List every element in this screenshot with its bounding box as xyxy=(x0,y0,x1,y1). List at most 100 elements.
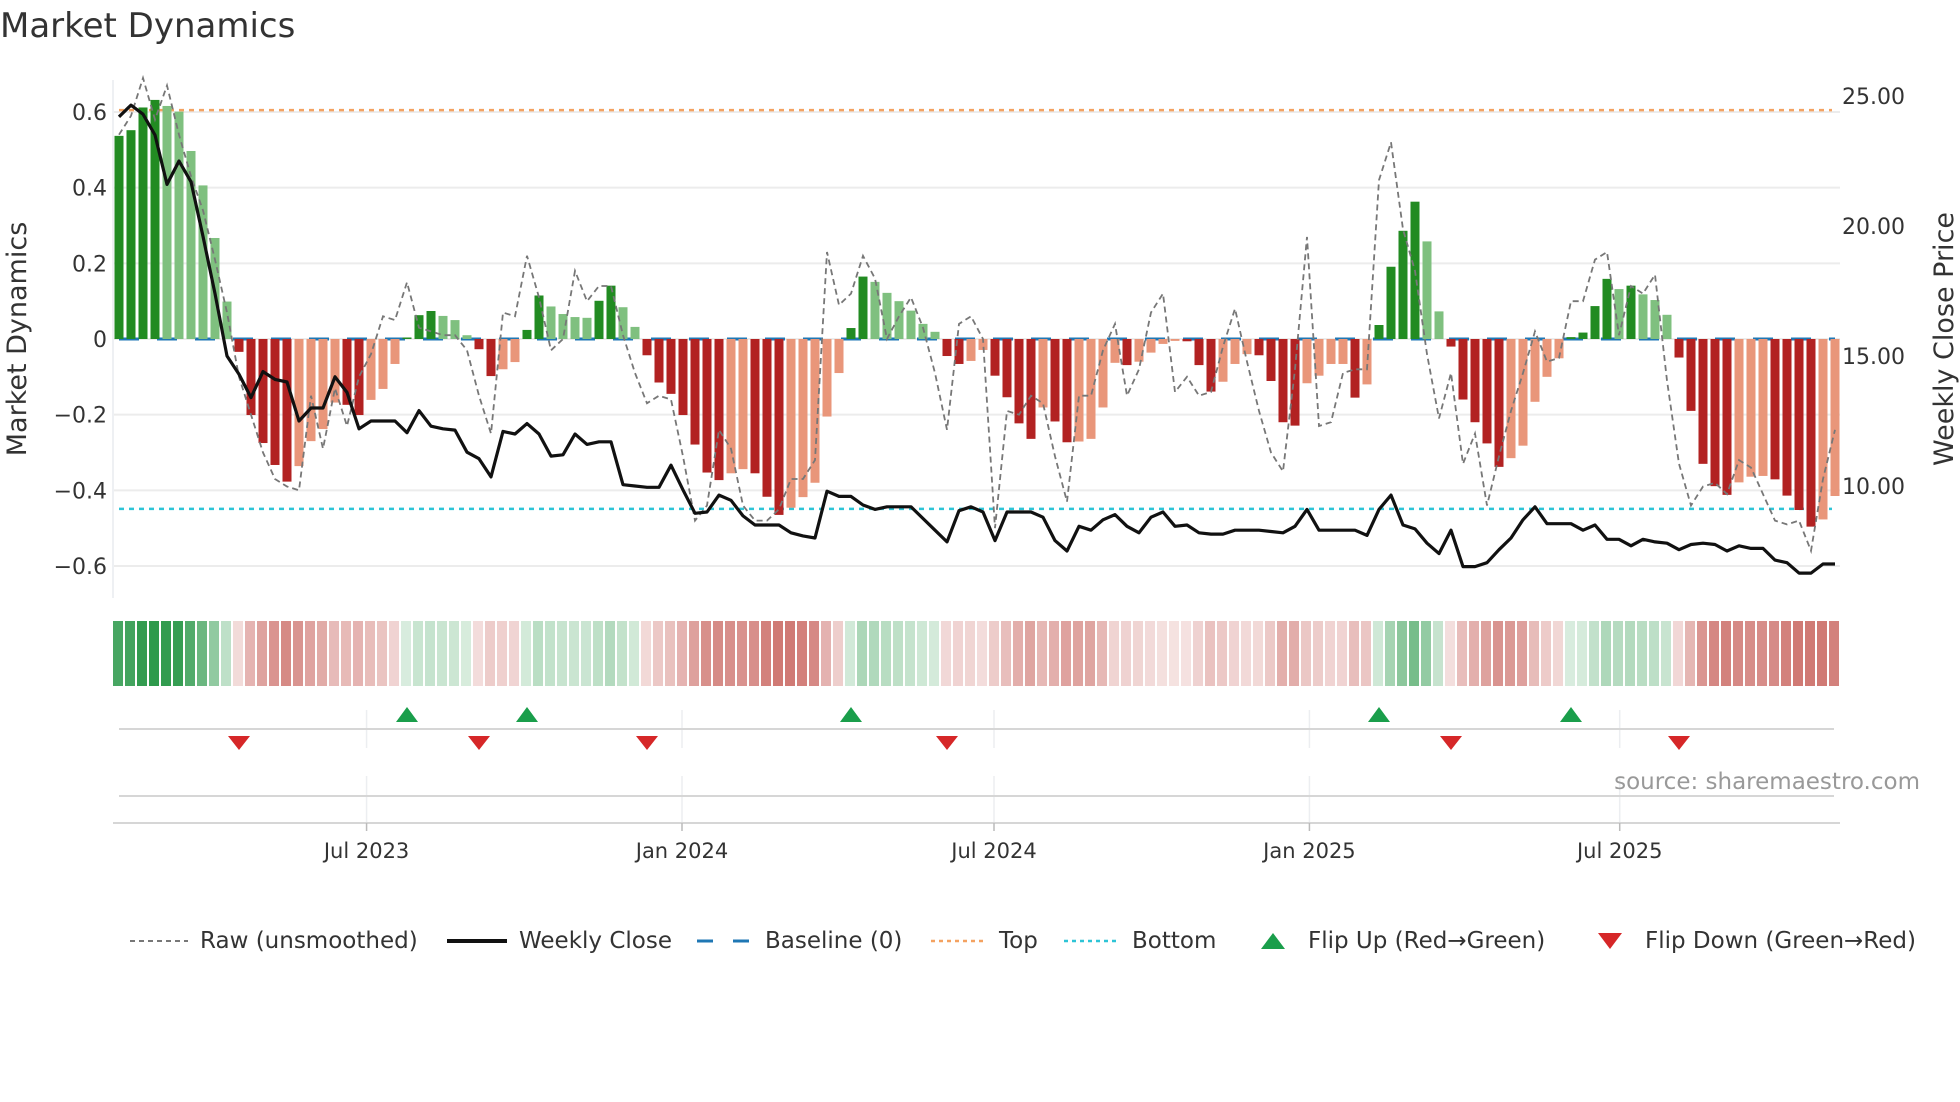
legend-item-close[interactable]: Weekly Close xyxy=(447,924,672,958)
heat-cell xyxy=(173,621,183,686)
bar xyxy=(582,317,592,339)
heat-cell xyxy=(821,621,831,686)
heat-cell xyxy=(1445,621,1455,686)
heat-cell xyxy=(1757,621,1767,686)
bar xyxy=(666,339,676,394)
bar xyxy=(1578,332,1588,339)
bar xyxy=(1386,266,1396,339)
legend-item-flip-up[interactable]: Flip Up (Red→Green) xyxy=(1260,924,1545,958)
bar xyxy=(1602,278,1612,339)
heat-cell xyxy=(1289,621,1299,686)
bar xyxy=(1170,339,1180,341)
heat-cell xyxy=(1385,621,1395,686)
heat-cell xyxy=(1541,621,1551,686)
heat-cell xyxy=(521,621,531,686)
heat-cell xyxy=(1313,621,1323,686)
heat-cell xyxy=(365,621,375,686)
flip-down-marker xyxy=(468,736,490,750)
legend-label: Raw (unsmoothed) xyxy=(200,928,418,954)
heat-cell xyxy=(377,621,387,686)
legend-label: Flip Up (Red→Green) xyxy=(1308,928,1546,954)
heat-cell xyxy=(581,621,591,686)
legend-item-raw[interactable]: Raw (unsmoothed) xyxy=(130,924,418,958)
bar xyxy=(1422,241,1432,339)
heat-cell xyxy=(497,621,507,686)
heat-cell xyxy=(485,621,495,686)
legend-label: Top xyxy=(999,928,1038,954)
heat-cell xyxy=(641,621,651,686)
bar xyxy=(1254,339,1264,356)
bar xyxy=(1182,339,1192,342)
heat-cell xyxy=(797,621,807,686)
legend-item-flip-down[interactable]: Flip Down (Green→Red) xyxy=(1597,924,1916,958)
heat-cell xyxy=(269,621,279,686)
legend-label: Bottom xyxy=(1132,928,1217,954)
heat-cell xyxy=(1421,621,1431,686)
bar xyxy=(1674,339,1684,358)
bar xyxy=(1806,339,1816,527)
heat-cell xyxy=(161,621,171,686)
bar xyxy=(1122,339,1132,366)
heat-cell xyxy=(329,621,339,686)
y2-tick-label: 20.00 xyxy=(1842,215,1905,240)
bar xyxy=(1158,339,1168,344)
bar xyxy=(846,328,856,339)
heat-cell xyxy=(1805,621,1815,686)
bar xyxy=(1194,339,1204,366)
bar xyxy=(1338,339,1348,364)
heat-cell xyxy=(1337,621,1347,686)
heat-cell xyxy=(1025,621,1035,686)
flip-down-marker xyxy=(228,736,250,750)
flip-down-marker xyxy=(1668,736,1690,750)
bar xyxy=(1782,339,1792,496)
heat-cell xyxy=(1685,621,1695,686)
heat-cell xyxy=(1121,621,1131,686)
bar xyxy=(1434,311,1444,339)
heat-cell xyxy=(1721,621,1731,686)
y-tick-label: −0.2 xyxy=(54,404,107,429)
heat-cell xyxy=(1625,621,1635,686)
heat-cell xyxy=(725,621,735,686)
heat-cell xyxy=(1145,621,1155,686)
heat-cell xyxy=(569,621,579,686)
heat-cell xyxy=(1733,621,1743,686)
bar xyxy=(1794,339,1804,510)
bar xyxy=(1050,339,1060,422)
bar xyxy=(1830,339,1840,496)
heat-cell xyxy=(1709,621,1719,686)
triangle-up-icon xyxy=(1261,933,1285,949)
heat-cell xyxy=(989,621,999,686)
x-axis: Jul 2023 Jan 2024 Jul 2024 Jan 2025 Jul 2025 xyxy=(113,822,1840,863)
bar xyxy=(1074,339,1084,442)
bar xyxy=(1206,339,1216,392)
x-tick-label: Jan 2025 xyxy=(1261,839,1356,863)
heat-cell xyxy=(1217,621,1227,686)
y-tick-label: 0 xyxy=(93,328,107,353)
flip-up-marker xyxy=(396,707,418,722)
bar xyxy=(258,339,268,444)
heat-cell xyxy=(1817,621,1827,686)
bar xyxy=(1482,339,1492,444)
heat-cell xyxy=(341,621,351,686)
bar xyxy=(1746,339,1756,477)
bar xyxy=(462,335,472,339)
bar xyxy=(1566,337,1576,339)
legend-item-bottom[interactable]: Bottom xyxy=(1064,924,1216,958)
bar xyxy=(774,339,784,515)
legend-item-baseline[interactable]: Baseline (0) xyxy=(697,924,902,958)
heat-cell xyxy=(869,621,879,686)
heat-cell xyxy=(617,621,627,686)
heat-cell xyxy=(221,621,231,686)
bar xyxy=(126,130,136,339)
x-tick-label: Jan 2024 xyxy=(634,839,729,863)
legend-label: Baseline (0) xyxy=(765,928,903,954)
legend-item-top[interactable]: Top xyxy=(931,924,1038,958)
heat-cell xyxy=(893,621,903,686)
bar xyxy=(1098,339,1108,408)
heat-cell xyxy=(1109,621,1119,686)
bar xyxy=(114,135,124,339)
heat-cell xyxy=(1769,621,1779,686)
heat-cell xyxy=(1829,621,1839,686)
y2-tick-label: 25.00 xyxy=(1842,85,1905,110)
heat-cell xyxy=(281,621,291,686)
